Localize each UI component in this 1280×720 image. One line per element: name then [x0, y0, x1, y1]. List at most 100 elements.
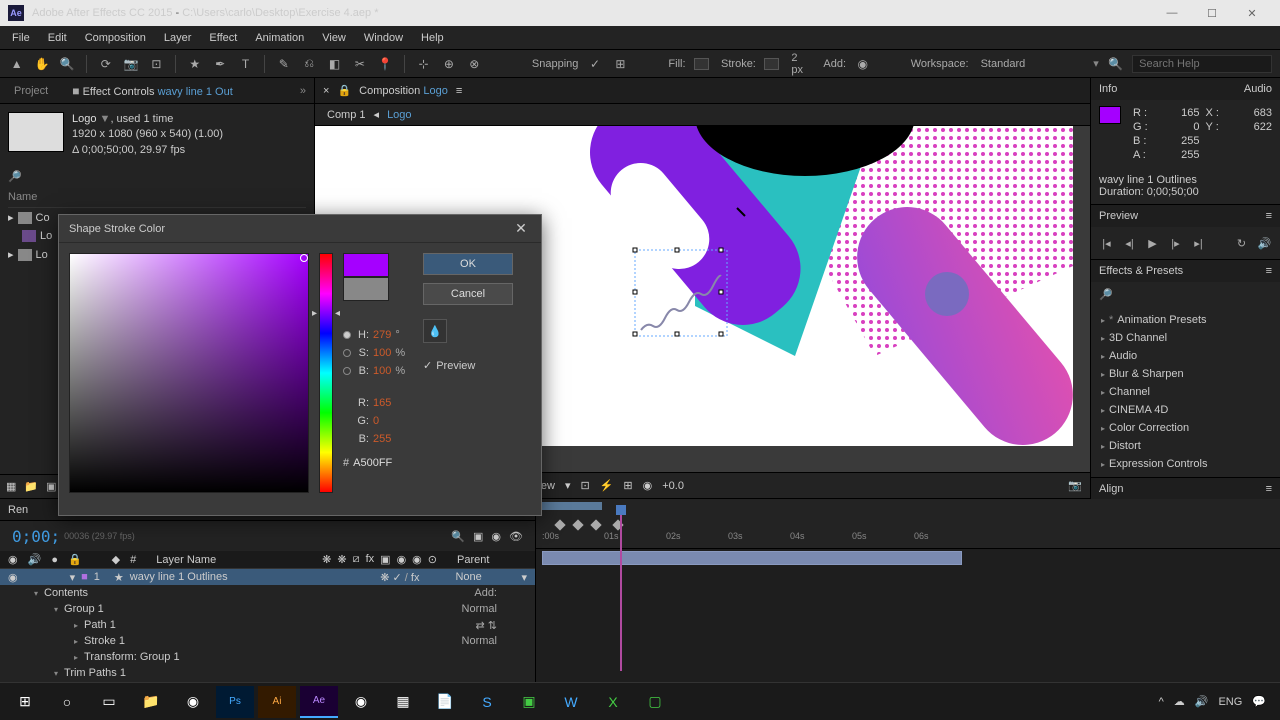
keyframe-icon[interactable]	[572, 519, 583, 530]
volume-icon[interactable]: 🔊	[1195, 695, 1209, 708]
layer-name-column[interactable]: Layer Name	[156, 554, 216, 566]
color-field[interactable]	[69, 253, 309, 493]
new-comp-icon[interactable]: ▣	[46, 480, 56, 493]
exposure-value[interactable]: +0.0	[662, 480, 684, 492]
pan-behind-tool-icon[interactable]: ⊡	[148, 55, 165, 73]
layer-row[interactable]: ◉ ▾ ■ 1 ★ wavy line 1 Outlines ❋ ✓ / fx …	[0, 569, 535, 585]
number-column[interactable]: #	[130, 554, 136, 566]
menu-animation[interactable]: Animation	[255, 32, 304, 44]
loop-icon[interactable]: ↻	[1234, 235, 1249, 251]
chevron-down-icon[interactable]: ▾	[70, 571, 76, 584]
bright-radio[interactable]	[343, 367, 351, 375]
skype-icon[interactable]: S	[468, 686, 506, 718]
close-button[interactable]: ✕	[1232, 0, 1272, 26]
property-row[interactable]: ▸Path 1⇄ ⇅	[0, 617, 535, 633]
mute-icon[interactable]: 🔊	[1257, 235, 1272, 251]
language-indicator[interactable]: ENG	[1218, 696, 1242, 708]
excel-icon[interactable]: X	[594, 686, 632, 718]
timecode-value[interactable]: 0;00;	[12, 527, 60, 546]
world-axis-icon[interactable]: ⊕	[440, 55, 457, 73]
effect-category[interactable]: ▸Expression Controls	[1091, 455, 1280, 473]
menu-help[interactable]: Help	[421, 32, 444, 44]
hand-tool-icon[interactable]: ✋	[33, 55, 50, 73]
minimize-button[interactable]: —	[1152, 0, 1192, 26]
green-value[interactable]: 0	[373, 415, 379, 427]
snap-opts-icon[interactable]: ⊞	[612, 55, 629, 73]
panel-menu-icon[interactable]: ≡	[1266, 483, 1272, 495]
chevron-down-icon[interactable]: ▾	[565, 479, 571, 492]
keyframe-icon[interactable]	[554, 519, 565, 530]
dialog-titlebar[interactable]: Shape Stroke Color ✕	[59, 215, 541, 243]
eraser-tool-icon[interactable]: ◧	[326, 55, 343, 73]
draft-3d-icon[interactable]: ◉	[491, 530, 501, 543]
menu-view[interactable]: View	[322, 32, 346, 44]
camera-tool-icon[interactable]: 📷	[122, 55, 139, 73]
panel-menu-icon[interactable]: »	[300, 85, 306, 97]
selection-tool-icon[interactable]: ▲	[8, 55, 25, 73]
photoshop-icon[interactable]: Ps	[216, 686, 254, 718]
workspace-dropdown[interactable]: Standard	[981, 58, 1026, 70]
sat-radio[interactable]	[343, 349, 351, 357]
panel-menu-icon[interactable]: ≡	[456, 85, 462, 97]
app-icon[interactable]: ◉	[342, 686, 380, 718]
next-frame-icon[interactable]: |▸	[1168, 235, 1183, 251]
zoom-tool-icon[interactable]: 🔍	[59, 55, 76, 73]
chevron-right-icon[interactable]: ▸	[74, 621, 78, 630]
red-value[interactable]: 165	[373, 397, 391, 409]
snapshot-icon[interactable]: 📷	[1068, 479, 1082, 492]
add-menu-icon[interactable]: ◉	[854, 55, 871, 73]
hex-value[interactable]: A500FF	[353, 457, 392, 469]
label-column-icon[interactable]: ◆	[112, 553, 120, 566]
chrome-icon[interactable]: ◉	[174, 686, 212, 718]
aftereffects-icon[interactable]: Ae	[300, 686, 338, 718]
solo-column-icon[interactable]: ●	[51, 554, 58, 566]
switches-icon[interactable]: ❋	[322, 553, 331, 566]
search-taskbar-icon[interactable]: ○	[48, 686, 86, 718]
new-folder-icon[interactable]: 📁	[24, 480, 38, 493]
effect-category[interactable]: ▸*Animation Presets	[1091, 311, 1280, 329]
effects-panel-header[interactable]: Effects & Presets≡	[1091, 260, 1280, 282]
dialog-close-button[interactable]: ✕	[511, 219, 531, 239]
play-icon[interactable]: ▶	[1145, 235, 1160, 251]
hue-value[interactable]: 279	[373, 329, 391, 341]
notepad-icon[interactable]: 📄	[426, 686, 464, 718]
view-axis-icon[interactable]: ⊗	[466, 55, 483, 73]
effect-category[interactable]: ▸Distort	[1091, 437, 1280, 455]
pixel-aspect-icon[interactable]: ⊡	[580, 479, 589, 492]
system-tray[interactable]: ^ ☁ 🔊 ENG 💬	[1159, 695, 1274, 708]
blue-value[interactable]: 255	[373, 433, 391, 445]
hue-radio[interactable]	[343, 331, 351, 339]
crumb-logo[interactable]: Logo	[387, 109, 411, 121]
eyedropper-button[interactable]: 💧	[423, 319, 447, 343]
eye-column-icon[interactable]: ◉	[8, 553, 18, 566]
timeline-track-area[interactable]: :00s 01s 02s 03s 04s 05s 06s	[536, 499, 1280, 698]
eye-icon[interactable]: ◉	[8, 571, 18, 584]
crumb-comp1[interactable]: Comp 1	[327, 109, 366, 121]
menu-layer[interactable]: Layer	[164, 32, 192, 44]
snapping-label[interactable]: Snapping	[532, 58, 579, 70]
shape-tool-icon[interactable]: ★	[186, 55, 203, 73]
effect-category[interactable]: ▸Color Correction	[1091, 419, 1280, 437]
cloud-icon[interactable]: ☁	[1174, 695, 1185, 708]
last-frame-icon[interactable]: ▸|	[1191, 235, 1206, 251]
work-area-bar[interactable]	[542, 502, 602, 510]
blend-mode[interactable]: Normal	[462, 603, 527, 615]
maximize-button[interactable]: ☐	[1192, 0, 1232, 26]
illustrator-icon[interactable]: Ai	[258, 686, 296, 718]
calculator-icon[interactable]: ▦	[384, 686, 422, 718]
text-tool-icon[interactable]: T	[237, 55, 254, 73]
audio-column-icon[interactable]: 🔊	[28, 553, 42, 566]
audio-tab[interactable]: Audio	[1244, 83, 1272, 95]
taskview-icon[interactable]: ▭	[90, 686, 128, 718]
menu-file[interactable]: File	[12, 32, 30, 44]
align-panel-header[interactable]: Align≡	[1091, 478, 1280, 500]
chevron-right-icon[interactable]: ▸	[74, 637, 78, 646]
column-header-name[interactable]: Name	[8, 187, 306, 208]
comp-flowchart-icon[interactable]: ◉	[643, 479, 653, 492]
effect-category[interactable]: ▸Audio	[1091, 347, 1280, 365]
chevron-down-icon[interactable]: ▾	[54, 669, 58, 678]
app-icon[interactable]: ▢	[636, 686, 674, 718]
tab-composition[interactable]: Composition Logo	[359, 85, 448, 97]
blend-mode[interactable]: Normal	[462, 635, 527, 647]
prev-frame-icon[interactable]: ◂|	[1122, 235, 1137, 251]
